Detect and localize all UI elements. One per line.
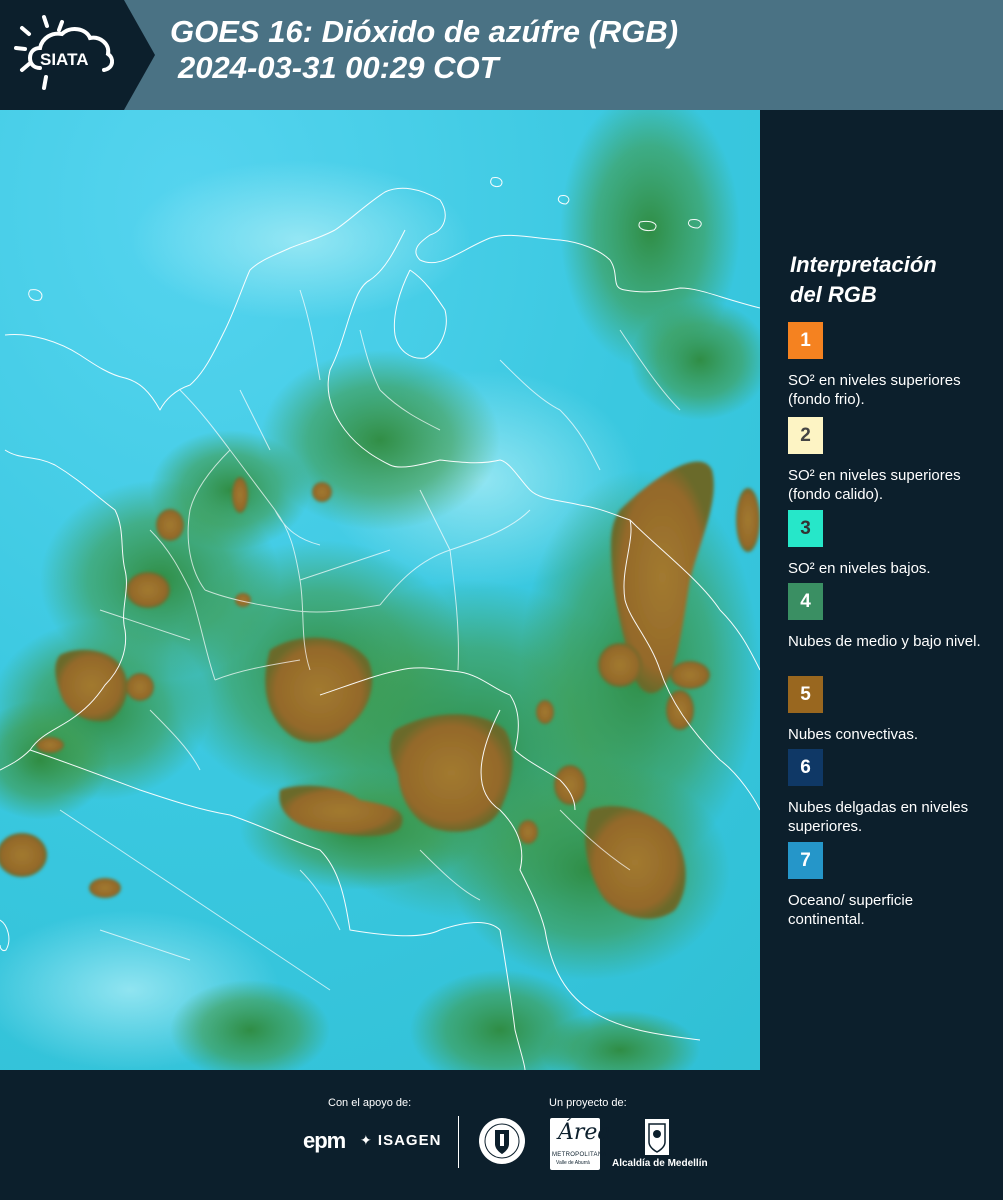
area-metropolitana-logo: Área METROPOLITANA Valle de Aburrá: [550, 1118, 611, 1170]
epm-logo: epm: [303, 1128, 346, 1153]
legend-swatch-5: 5: [788, 676, 823, 713]
legend-title: Interpretación del RGB: [790, 252, 937, 307]
project-label: Un proyecto de:: [549, 1097, 627, 1109]
legend-label-7: Oceano/ superficie continental.: [788, 892, 914, 928]
legend-label-6: Nubes delgadas en niveles superiores.: [788, 799, 969, 835]
legend-item-4: 4 Nubes de medio y bajo nivel.: [788, 583, 993, 651]
footer-divider: [458, 1116, 459, 1168]
legend-item-1: 1 SO² en niveles superiores (fondo frio)…: [788, 322, 993, 409]
legend-label-5: Nubes convectivas.: [788, 726, 919, 743]
legend-item-2: 2 SO² en niveles superiores (fondo calid…: [788, 417, 993, 504]
medellin-seal-icon: [479, 1118, 525, 1164]
rgb-legend: Interpretación del RGB 1 SO² en niveles …: [760, 110, 1003, 1070]
title-timestamp: 2024-03-31 00:29 COT: [178, 50, 499, 85]
sponsor-footer: Con el apoyo de: Un proyecto de: epm ✦ I…: [0, 1070, 1003, 1200]
alcaldia-shield-icon: [645, 1119, 669, 1155]
legend-item-6: 6 Nubes delgadas en niveles superiores.: [788, 749, 993, 836]
legend-label-4: Nubes de medio y bajo nivel.: [788, 633, 981, 650]
legend-label-2: SO² en niveles superiores (fondo calido)…: [788, 467, 961, 503]
isagen-logo: ✦ ISAGEN: [360, 1132, 442, 1149]
title-product: GOES 16: Dióxido de azúfre (RGB): [170, 14, 679, 49]
satellite-map[interactable]: [0, 110, 760, 1070]
legend-item-5: 5 Nubes convectivas.: [788, 676, 993, 744]
alcaldia-logo-text: Alcaldía de Medellín: [612, 1158, 708, 1169]
legend-label-3: SO² en niveles bajos.: [788, 560, 931, 577]
legend-swatch-1: 1: [788, 322, 823, 359]
legend-swatch-6: 6: [788, 749, 823, 786]
so2-rgb-image: [0, 110, 760, 1070]
header-banner: SIATA GOES 16: Dióxido de azúfre (RGB) 2…: [0, 0, 1003, 110]
support-label: Con el apoyo de:: [328, 1097, 412, 1109]
page-title: GOES 16: Dióxido de azúfre (RGB) 2024-03…: [170, 14, 678, 86]
legend-swatch-2: 2: [788, 417, 823, 454]
svg-text:SIATA: SIATA: [40, 50, 88, 69]
legend-swatch-3: 3: [788, 510, 823, 547]
isagen-mark-icon: ✦: [360, 1132, 373, 1148]
legend-swatch-4: 4: [788, 583, 823, 620]
sun-cloud-icon: SIATA: [14, 15, 115, 90]
legend-swatch-7: 7: [788, 842, 823, 879]
siata-logo: SIATA: [0, 0, 155, 110]
legend-label-1: SO² en niveles superiores (fondo frio).: [788, 372, 961, 408]
legend-item-7: 7 Oceano/ superficie continental.: [788, 842, 993, 929]
legend-item-3: 3 SO² en niveles bajos.: [788, 510, 993, 578]
